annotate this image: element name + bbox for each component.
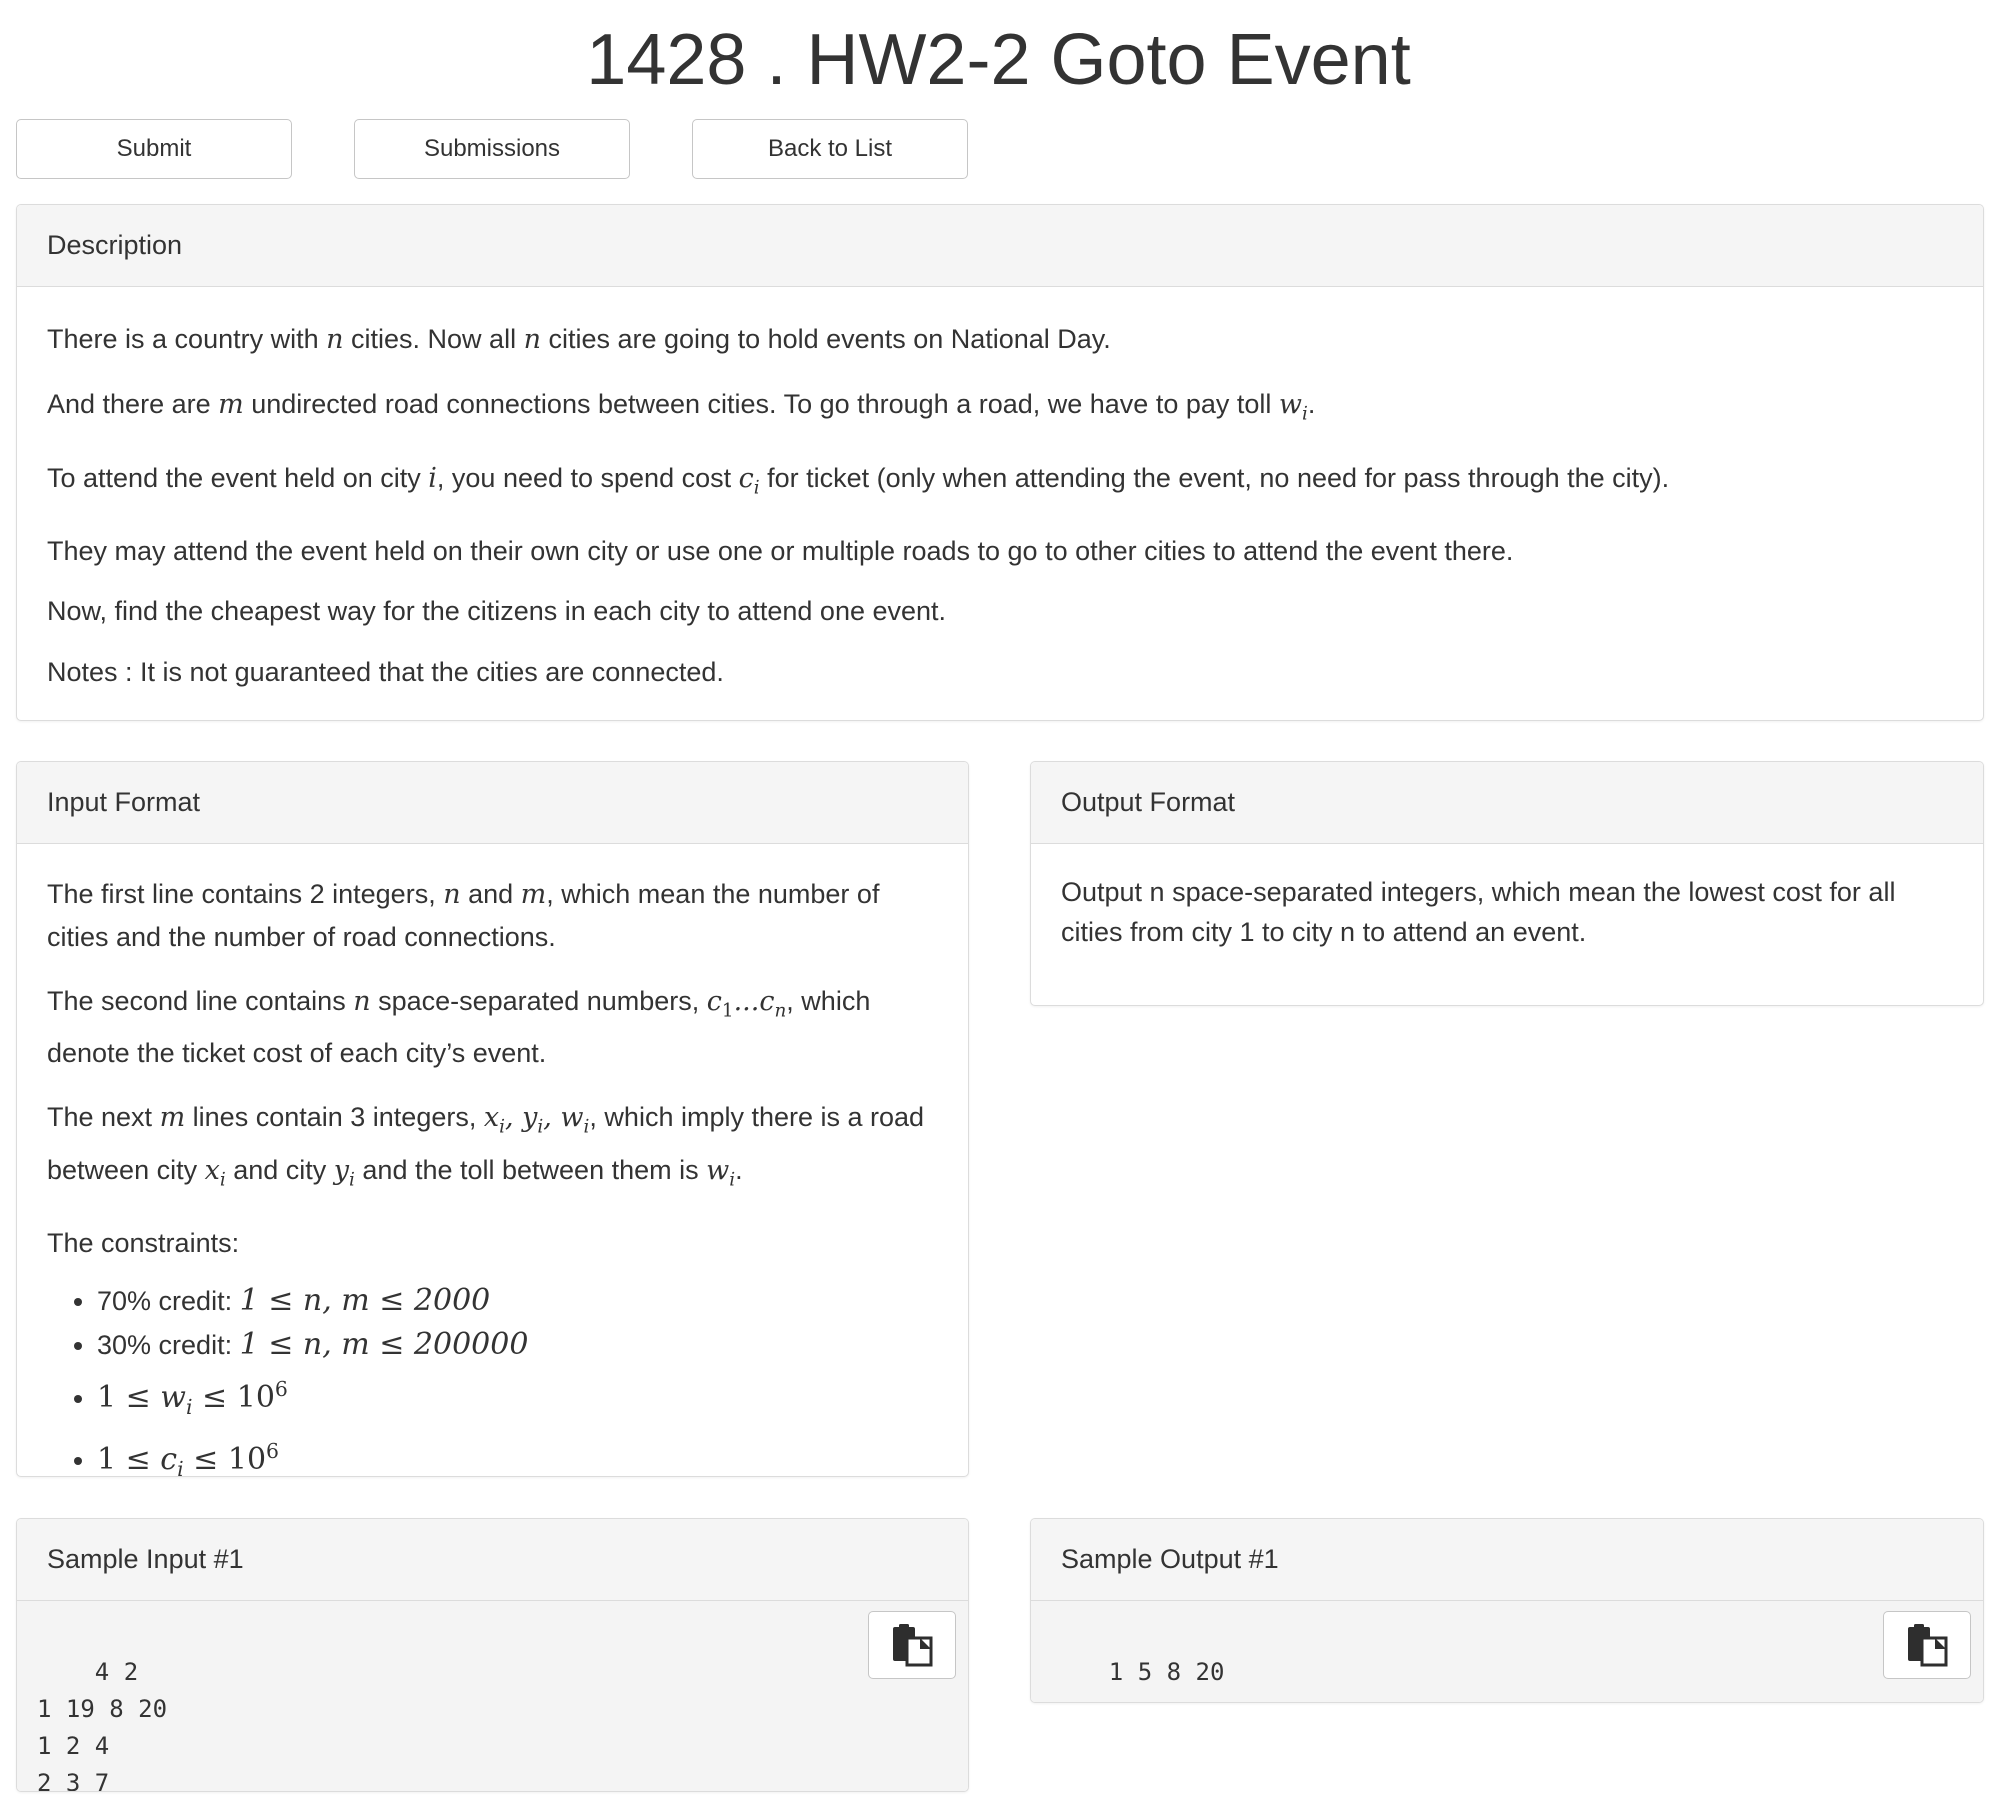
sample-output-content[interactable]: 1 5 8 20 — [1031, 1601, 1983, 1702]
input-format-panel: Input Format The first line contains 2 i… — [16, 761, 969, 1477]
output-format-body: Output n space-separated integers, which… — [1031, 844, 1983, 952]
description-line-4: They may attend the event held on their … — [47, 535, 1514, 566]
description-line-1: There is a country with n cities. Now al… — [47, 324, 1111, 355]
constraints-label: The constraints: — [47, 1228, 240, 1259]
copy-sample-output-button[interactable] — [1883, 1611, 1971, 1679]
submit-button[interactable]: Submit — [16, 119, 292, 179]
page-title: 1428 . HW2-2 Goto Event — [586, 20, 1411, 100]
constraint-item: 1 ≤ ci ≤ 106 — [97, 1429, 968, 1476]
constraint-item: 30% credit: 1 ≤ n, m ≤ 200000 — [97, 1323, 968, 1367]
description-line-6: Notes : It is not guaranteed that the ci… — [47, 656, 724, 687]
sample-output-panel: Sample Output #1 1 5 8 20 — [1030, 1518, 1984, 1703]
output-format-heading: Output Format — [1031, 762, 1983, 844]
sample-input-content[interactable]: 4 2 1 19 8 20 1 2 4 2 3 7 — [17, 1601, 968, 1792]
input-format-paragraph-2: The second line contains n space-separat… — [47, 986, 871, 1069]
copy-sample-input-button[interactable] — [868, 1611, 956, 1679]
description-panel: Description There is a country with n ci… — [16, 204, 1984, 721]
output-format-text: Output n space-separated integers, which… — [1061, 877, 1896, 947]
input-format-paragraph-3: The next m lines contain 3 integers, xi,… — [47, 1102, 925, 1191]
sample-input-text: 4 2 1 19 8 20 1 2 4 2 3 7 — [37, 1658, 168, 1792]
sample-output-heading: Sample Output #1 — [1031, 1519, 1983, 1601]
description-heading: Description — [17, 205, 1983, 287]
sample-output-text: 1 5 8 20 — [1108, 1658, 1225, 1686]
clipboard-copy-icon — [893, 1624, 933, 1667]
back-to-list-button[interactable]: Back to List — [692, 119, 968, 179]
input-format-body: The first line contains 2 integers, n an… — [17, 844, 968, 1265]
constraint-item: 1 ≤ wi ≤ 106 — [97, 1367, 968, 1429]
clipboard-copy-icon — [1908, 1624, 1948, 1667]
constraint-item: 70% credit: 1 ≤ n, m ≤ 2000 — [97, 1279, 968, 1323]
output-format-panel: Output Format Output n space-separated i… — [1030, 761, 1984, 1006]
description-line-2: And there are m undirected road connecti… — [47, 389, 1316, 425]
constraints-list: 70% credit: 1 ≤ n, m ≤ 2000 30% credit: … — [17, 1279, 968, 1476]
sample-input-heading: Sample Input #1 — [17, 1519, 968, 1601]
input-format-heading: Input Format — [17, 762, 968, 844]
description-body: There is a country with n cities. Now al… — [17, 287, 1983, 692]
description-line-5: Now, find the cheapest way for the citiz… — [47, 595, 947, 626]
submissions-button[interactable]: Submissions — [354, 119, 630, 179]
sample-input-panel: Sample Input #1 4 2 1 19 8 20 1 2 4 2 3 … — [16, 1518, 969, 1792]
description-line-3: To attend the event held on city i, you … — [47, 463, 1670, 499]
input-format-paragraph-1: The first line contains 2 integers, n an… — [47, 879, 880, 952]
